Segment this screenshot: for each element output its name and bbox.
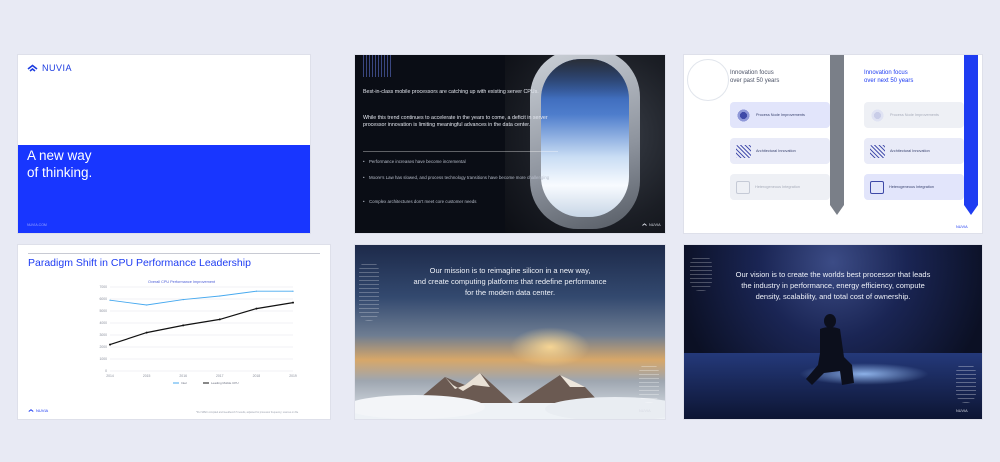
logo-text: NUVIA bbox=[42, 63, 73, 73]
y-tick-label: 5000 bbox=[99, 309, 107, 313]
series-line bbox=[109, 302, 294, 346]
mountain-range bbox=[355, 373, 665, 419]
nuvia-chevron-icon bbox=[642, 223, 647, 226]
left-column-title: Innovation focus over past 50 years bbox=[730, 70, 780, 84]
legend-label: Intel bbox=[181, 381, 187, 385]
slide-logo: NUVIA bbox=[956, 409, 968, 413]
data-point bbox=[255, 290, 257, 292]
chart-footnote: *Per SPEC compiled and Geekbench 5 resul… bbox=[196, 411, 299, 414]
line-pattern-decoration bbox=[359, 261, 379, 321]
deficit-paragraph: While this trend continues to accelerate… bbox=[363, 115, 548, 129]
wafer-icon bbox=[736, 108, 751, 122]
y-tick-label: 2000 bbox=[99, 345, 107, 349]
line-pattern-decoration bbox=[363, 55, 391, 77]
data-point bbox=[292, 301, 294, 304]
y-tick-label: 3000 bbox=[99, 333, 107, 337]
data-point bbox=[182, 324, 185, 327]
x-tick-label: 2019 bbox=[289, 374, 297, 378]
line-pattern-decoration bbox=[956, 363, 976, 403]
x-tick-label: 2015 bbox=[143, 374, 151, 378]
slide-footer: NUVIA.COM bbox=[27, 223, 47, 227]
right-item-architecture: Architectural Innovation bbox=[864, 138, 964, 164]
intro-paragraph: Best-in-class mobile processors are catc… bbox=[363, 89, 539, 95]
mission-statement: Our mission is to reimagine silicon in a… bbox=[413, 266, 607, 297]
y-tick-label: 0 bbox=[105, 369, 107, 373]
data-point bbox=[219, 295, 221, 297]
x-tick-label: 2017 bbox=[216, 374, 224, 378]
top-rule bbox=[28, 253, 320, 254]
legend-label: Leading Mobile CPU bbox=[211, 381, 239, 385]
slide-logo: NUVIA bbox=[639, 409, 651, 413]
bullet-item: • Performance increases have become incre… bbox=[363, 159, 466, 164]
slide-title[interactable]: NUVIA A new way of thinking. NUVIA.COM bbox=[18, 55, 310, 233]
line-pattern-decoration bbox=[690, 255, 712, 291]
slide-mission[interactable]: Our mission is to reimagine silicon in a… bbox=[355, 245, 665, 419]
x-tick-label: 2018 bbox=[253, 374, 261, 378]
package-icon bbox=[870, 180, 884, 194]
slide-headline: A new way of thinking. bbox=[27, 147, 92, 181]
left-item-architecture: Architectural Innovation bbox=[730, 138, 830, 164]
slide-paradigm-shift[interactable]: Paradigm Shift in CPU Performance Leader… bbox=[18, 245, 330, 419]
x-tick-label: 2014 bbox=[106, 374, 114, 378]
data-point bbox=[145, 331, 148, 334]
data-point bbox=[292, 290, 294, 292]
slide-innovation[interactable]: Innovation focus over past 50 years Innov… bbox=[684, 55, 982, 233]
bullet-item: • Moore's Law has slowed, and process tec… bbox=[363, 175, 550, 180]
nuvia-chevron-icon bbox=[28, 408, 34, 412]
slide-headline: Paradigm Shift in CPU Performance Leader… bbox=[28, 257, 251, 269]
wafer-icon bbox=[870, 108, 885, 122]
arrow-down-icon bbox=[964, 205, 978, 215]
right-item-heterogeneous: Heterogeneous Integration bbox=[864, 174, 964, 200]
divider bbox=[363, 151, 558, 152]
slide-logo: NUVIA bbox=[642, 223, 661, 227]
headline-line-2: of thinking. bbox=[27, 165, 93, 180]
vision-statement: Our vision is to create the worlds best … bbox=[735, 270, 931, 301]
slide-processors[interactable]: Best-in-class mobile processors are catc… bbox=[355, 55, 665, 233]
arrow-down-icon bbox=[830, 205, 844, 215]
slide-logo: NUVIA bbox=[28, 408, 48, 413]
future-focus-bar bbox=[964, 55, 978, 205]
headline-line-1: A new way bbox=[27, 148, 92, 163]
package-icon bbox=[736, 180, 750, 194]
data-point bbox=[146, 304, 148, 306]
line-pattern-decoration bbox=[639, 363, 659, 403]
right-item-process-node: Process Node Improvements bbox=[864, 102, 964, 128]
bullet-item: • Complex architectures don't meet core c… bbox=[363, 199, 477, 204]
chip-grid-icon bbox=[736, 144, 751, 158]
y-tick-label: 6000 bbox=[99, 297, 107, 301]
data-point bbox=[255, 307, 258, 310]
x-tick-label: 2016 bbox=[179, 374, 187, 378]
right-column-title: Innovation focus over next 50 years bbox=[864, 70, 914, 84]
y-tick-label: 7000 bbox=[99, 285, 107, 289]
circle-pattern-decoration bbox=[687, 59, 729, 101]
left-item-heterogeneous: Heterogeneous Integration bbox=[730, 174, 830, 200]
data-point bbox=[182, 299, 184, 301]
nuvia-chevron-icon bbox=[27, 64, 38, 72]
nuvia-logo: NUVIA bbox=[27, 63, 72, 73]
y-tick-label: 1000 bbox=[99, 357, 107, 361]
data-point bbox=[109, 299, 111, 301]
chip-grid-icon bbox=[870, 144, 885, 158]
kneeling-person-silhouette bbox=[806, 314, 854, 385]
data-point bbox=[109, 343, 111, 346]
series-line bbox=[109, 290, 293, 306]
data-point bbox=[218, 318, 221, 321]
past-focus-bar bbox=[830, 55, 844, 205]
slide-vision[interactable]: Our vision is to create the worlds best … bbox=[684, 245, 982, 419]
y-tick-label: 4000 bbox=[99, 321, 107, 325]
performance-line-chart: 0 1000 2000 3000 4000 5000 6000 7000 2014 2015 201… bbox=[99, 285, 297, 385]
left-item-process-node: Process Node Improvements bbox=[730, 102, 830, 128]
slide-logo: NUVIA bbox=[956, 225, 968, 229]
